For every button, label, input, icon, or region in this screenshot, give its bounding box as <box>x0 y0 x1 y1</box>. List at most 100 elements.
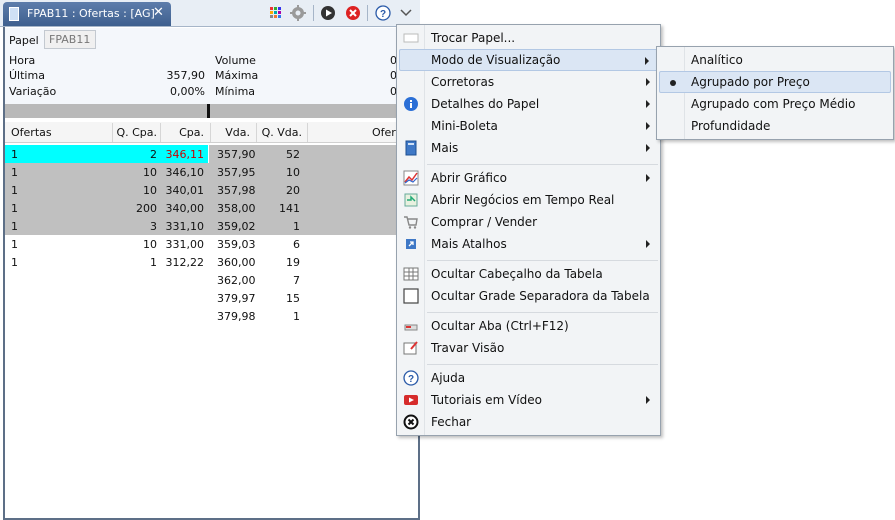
papel-field[interactable]: FPAB11 <box>44 30 96 49</box>
chevron-down-icon[interactable] <box>398 5 414 21</box>
minima-label: Mínima <box>215 85 256 98</box>
submenu-arrow-icon <box>646 144 650 152</box>
menu-item-comprar-vender[interactable]: Comprar / Vender <box>399 211 658 233</box>
menu-item-mais[interactable]: Mais <box>399 137 658 159</box>
cell-cpa: 340,00 <box>165 202 205 215</box>
maxima-label: Máxima <box>215 69 259 82</box>
column-header[interactable]: Vda. <box>210 126 250 139</box>
menu-item-corretoras[interactable]: Corretoras <box>399 71 658 93</box>
panel-tab[interactable]: FPAB11 : Ofertas : [AG] ✕ <box>3 2 171 26</box>
cell-qvda: 10 <box>286 166 300 179</box>
play-icon[interactable] <box>320 5 336 21</box>
toolbar-separator <box>367 5 368 21</box>
pin-icon <box>403 341 418 355</box>
cell-ofertas: 1 <box>11 148 18 161</box>
cell-qvda: 1 <box>293 310 300 323</box>
column-header[interactable]: Q. Vda. <box>256 126 302 139</box>
submenu-item-agrupado-preco[interactable]: Agrupado por Preço <box>659 71 891 93</box>
table-row[interactable]: 379,97 15 <box>5 289 415 307</box>
chart-icon <box>403 170 419 186</box>
cell-ofertas: 1 <box>11 166 18 179</box>
table-row[interactable]: 362,00 7 <box>5 271 415 289</box>
cell-ofertas: 1 <box>11 184 18 197</box>
menu-item-travar-visao[interactable]: Travar Visão <box>399 337 658 359</box>
cell-qcpa: 10 <box>143 238 157 251</box>
submenu-item-agrupado-preco-medio[interactable]: Agrupado com Preço Médio <box>659 93 891 115</box>
column-header[interactable]: Ofertas <box>11 126 52 139</box>
column-header[interactable]: Cpa. <box>160 126 204 139</box>
submenu-item-profundidade[interactable]: Profundidade <box>659 115 891 137</box>
book-icon <box>405 140 417 156</box>
submenu-arrow-icon <box>646 240 650 248</box>
variacao-value: 0,00% <box>170 85 205 98</box>
submenu-item-analitico[interactable]: Analítico <box>659 49 891 71</box>
cell-cpa: 346,10 <box>165 166 205 179</box>
tab-bar: FPAB11 : Ofertas : [AG] ✕ ? <box>0 0 420 27</box>
menu-item-trocar-papel[interactable]: Trocar Papel... <box>399 27 658 49</box>
menu-item-ocultar-grade[interactable]: Ocultar Grade Separadora da Tabela <box>399 285 658 307</box>
menu-item-modo-visualizacao[interactable]: Modo de Visualização <box>399 49 658 71</box>
cell-vda: 379,97 <box>217 292 256 305</box>
volume-value: 0 <box>390 54 397 67</box>
menu-item-abrir-negocios[interactable]: Abrir Negócios em Tempo Real <box>399 189 658 211</box>
video-icon <box>404 395 418 405</box>
column-divider <box>307 123 308 142</box>
menu-item-fechar[interactable]: Fechar <box>399 411 658 433</box>
cell-cpa: 340,01 <box>165 184 205 197</box>
table-icon <box>403 267 419 281</box>
stop-icon[interactable] <box>345 5 361 21</box>
menu-item-ocultar-cabecalho[interactable]: Ocultar Cabeçalho da Tabela <box>399 263 658 285</box>
menu-item-ajuda[interactable]: ? Ajuda <box>399 367 658 389</box>
cell-qcpa: 10 <box>143 184 157 197</box>
submenu-arrow-icon <box>646 174 650 182</box>
menu-separator <box>427 312 658 313</box>
menu-item-mais-atalhos[interactable]: Mais Atalhos <box>399 233 658 255</box>
spread-bar <box>5 104 415 118</box>
volume-label: Volume <box>215 54 256 67</box>
menu-separator <box>427 260 658 261</box>
submenu-arrow-icon <box>646 396 650 404</box>
cell-vda: 357,98 <box>217 184 256 197</box>
table-row[interactable]: 1 3 331,10 359,02 1 <box>5 217 415 235</box>
cell-ofertas: 1 <box>11 256 18 269</box>
submenu-arrow-icon <box>646 78 650 86</box>
cell-qvda: 7 <box>293 274 300 287</box>
cell-ofertas: 1 <box>11 220 18 233</box>
spread-marker <box>207 104 210 118</box>
menu-item-ocultar-aba[interactable]: Ocultar Aba (Ctrl+F12) <box>399 315 658 337</box>
close-circle-icon <box>403 414 419 430</box>
table-row[interactable]: 1 200 340,00 358,00 141 <box>5 199 415 217</box>
cell-qvda: 15 <box>286 292 300 305</box>
help-icon[interactable]: ? <box>375 5 391 21</box>
menu-item-detalhes-papel[interactable]: Detalhes do Papel <box>399 93 658 115</box>
menu-item-tutoriais-video[interactable]: Tutoriais em Vídeo <box>399 389 658 411</box>
tab-close-icon[interactable]: ✕ <box>153 5 164 20</box>
column-header[interactable]: Ofer <box>372 126 396 139</box>
table-row[interactable]: 1 2 346,11 357,90 52 <box>5 145 415 163</box>
menu-item-abrir-grafico[interactable]: Abrir Gráfico <box>399 167 658 189</box>
submenu-arrow-icon <box>646 122 650 130</box>
column-header[interactable]: Q. Cpa. <box>112 126 157 139</box>
menu-item-mini-boleta[interactable]: Mini-Boleta <box>399 115 658 137</box>
table-row[interactable]: 1 10 346,10 357,95 10 <box>5 163 415 181</box>
cell-qvda: 1 <box>293 220 300 233</box>
blank-page-icon <box>403 33 419 43</box>
color-grid-icon[interactable] <box>268 5 284 21</box>
table-row[interactable]: 379,98 1 <box>5 307 415 325</box>
cell-ofertas: 1 <box>11 202 18 215</box>
cell-cpa: 346,11 <box>165 148 205 161</box>
document-icon <box>9 7 19 21</box>
cell-vda: 360,00 <box>217 256 256 269</box>
submenu-arrow-icon <box>646 100 650 108</box>
shortcut-icon <box>406 239 416 249</box>
gear-icon[interactable] <box>290 5 306 21</box>
table-row[interactable]: 1 1 312,22 360,00 19 <box>5 253 415 271</box>
toolbar-separator <box>313 5 314 21</box>
table-row[interactable]: 1 10 331,00 359,03 6 <box>5 235 415 253</box>
submenu-arrow-icon <box>645 57 649 65</box>
table-row[interactable]: 1 10 340,01 357,98 20 <box>5 181 415 199</box>
variacao-label: Variação <box>9 85 57 98</box>
offers-panel: FPAB11 : Ofertas : [AG] ✕ ? Papel FPAB11… <box>0 0 420 520</box>
cell-vda: 358,00 <box>217 202 256 215</box>
cell-vda: 359,03 <box>217 238 256 251</box>
